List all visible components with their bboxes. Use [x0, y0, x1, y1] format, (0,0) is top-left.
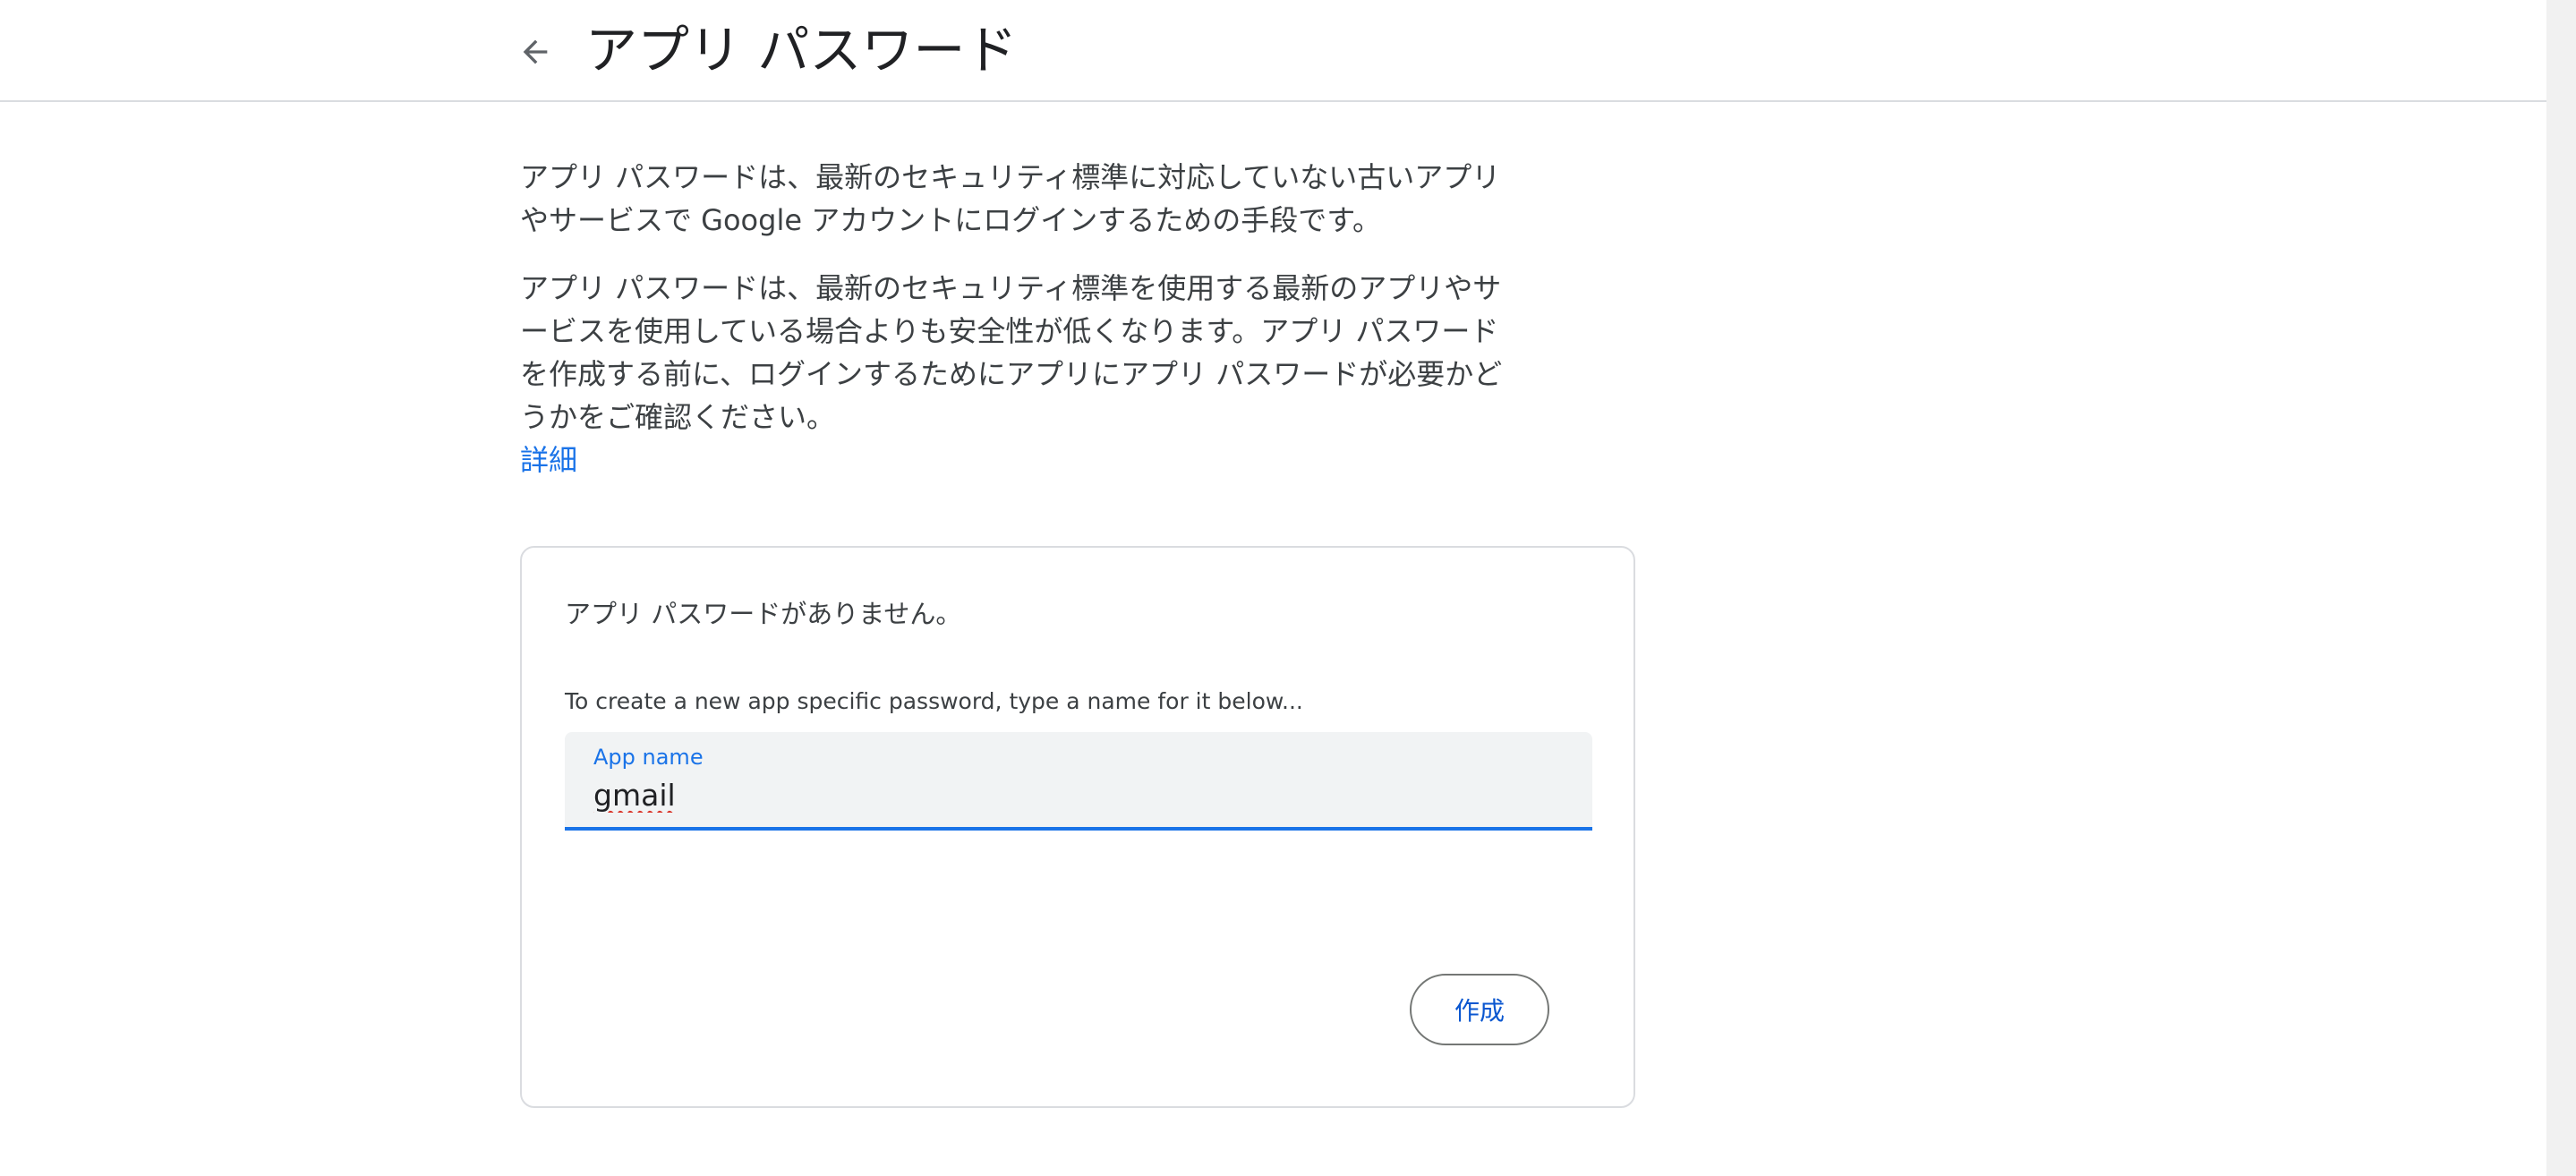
page-title: アプリ パスワード [585, 20, 1018, 81]
description-text-2: アプリ パスワードは、最新のセキュリティ標準を使用する最新のアプリやサービスを使… [520, 271, 1503, 434]
empty-state-message: アプリ パスワードがありません。 [565, 599, 962, 629]
app-name-label: App name [593, 745, 704, 770]
app-passwords-page: アプリ パスワード アプリ パスワードは、最新のセキュリティ標準に対応していない… [0, 0, 2576, 1176]
scrollbar[interactable] [2546, 0, 2576, 1176]
description-section: アプリ パスワードは、最新のセキュリティ標準に対応していない古いアプリやサービス… [520, 156, 1514, 481]
app-password-card: アプリ パスワードがありません。 To create a new app spe… [520, 546, 1635, 1108]
create-button[interactable]: 作成 [1410, 974, 1549, 1045]
arrow-back-icon [523, 39, 548, 64]
description-text-1: アプリ パスワードは、最新のセキュリティ標準に対応していない古いアプリやサービス… [520, 160, 1501, 237]
back-button[interactable] [508, 25, 562, 79]
page-header: アプリ パスワード [0, 0, 2546, 102]
create-instruction: To create a new app specific password, t… [565, 688, 1303, 714]
learn-more-link[interactable]: 詳細 [520, 439, 577, 481]
app-name-field[interactable]: App name [565, 732, 1592, 831]
app-name-input[interactable] [593, 773, 1560, 816]
